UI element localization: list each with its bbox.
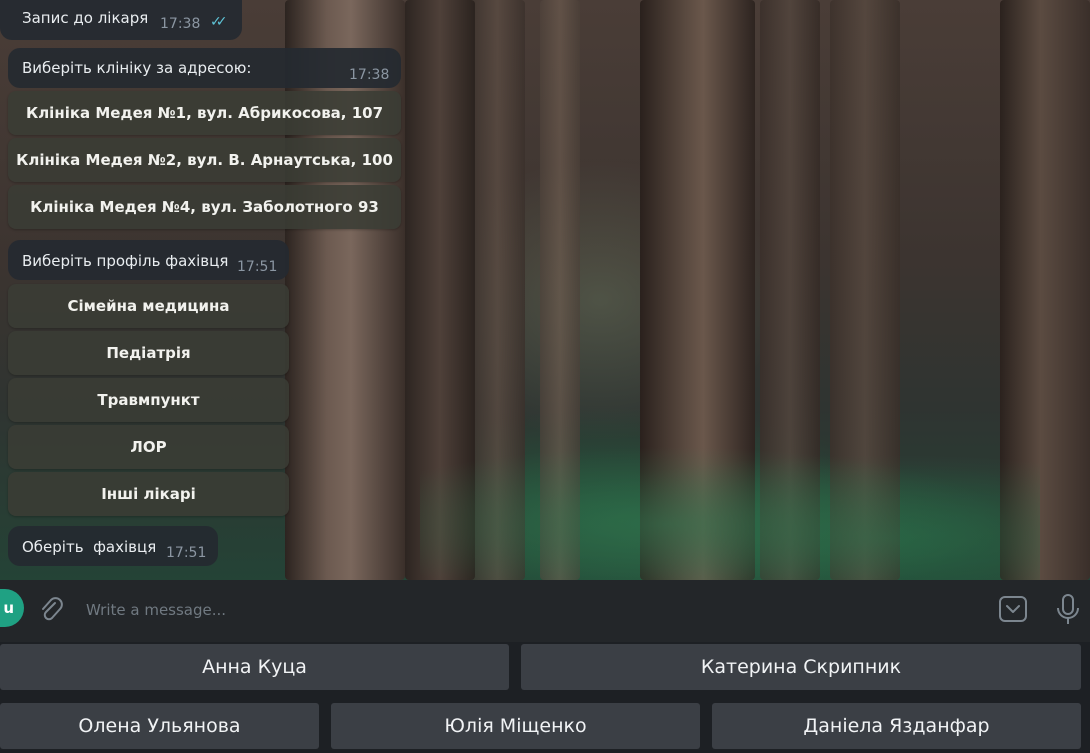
message-time: 17:38: [349, 67, 390, 83]
microphone-icon[interactable]: [1055, 593, 1081, 627]
message-time: 17:38: [160, 16, 201, 32]
inline-button-ent[interactable]: ЛОР: [8, 425, 289, 469]
message-composer: u: [0, 580, 1090, 642]
reply-keyboard: Анна Куца Катерина Скрипник Олена Ульяно…: [0, 642, 1090, 753]
message-text: Запис до лікаря: [22, 9, 149, 27]
reply-button-kateryna-skrypnyk[interactable]: Катерина Скрипник: [521, 644, 1081, 690]
reply-button-daniela-yazdanfar[interactable]: Даніела Язданфар: [712, 703, 1081, 749]
reply-button-yuliia-mishchenko[interactable]: Юлія Міщенко: [331, 703, 700, 749]
inline-button-clinic-1[interactable]: Клініка Медея №1, вул. Абрикосова, 107: [8, 91, 401, 135]
message-incoming: Виберіть профіль фахівця 17:51: [8, 240, 289, 280]
message-text: Оберіть фахівця: [22, 538, 157, 556]
keyboard-icon[interactable]: [998, 594, 1028, 624]
inline-button-clinic-2[interactable]: Клініка Медея №2, вул. В. Арнаутська, 10…: [8, 138, 401, 182]
message-input[interactable]: [84, 596, 968, 624]
reply-button-olena-ulianova[interactable]: Олена Ульянова: [0, 703, 319, 749]
message-time: 17:51: [166, 545, 207, 561]
attach-icon[interactable]: [38, 595, 64, 625]
message-text: Виберіть профіль фахівця: [22, 252, 229, 270]
inline-button-trauma[interactable]: Травмпункт: [8, 378, 289, 422]
message-incoming: Виберіть клініку за адресою: 17:38: [8, 48, 401, 88]
avatar-button[interactable]: u: [0, 589, 24, 627]
inline-button-pediatrics[interactable]: Педіатрія: [8, 331, 289, 375]
inline-button-family-medicine[interactable]: Сімейна медицина: [8, 284, 289, 328]
message-time: 17:51: [237, 259, 278, 275]
inline-button-clinic-4[interactable]: Клініка Медея №4, вул. Заболотного 93: [8, 185, 401, 229]
inline-button-other-doctors[interactable]: Інші лікарі: [8, 472, 289, 516]
message-text: Виберіть клініку за адресою:: [22, 59, 252, 77]
read-check-icon: ✓✓: [210, 14, 228, 30]
message-outgoing: Запис до лікаря 17:38 ✓✓: [0, 0, 242, 40]
message-incoming: Оберіть фахівця 17:51: [8, 526, 218, 566]
reply-button-anna-kutsa[interactable]: Анна Куца: [0, 644, 509, 690]
